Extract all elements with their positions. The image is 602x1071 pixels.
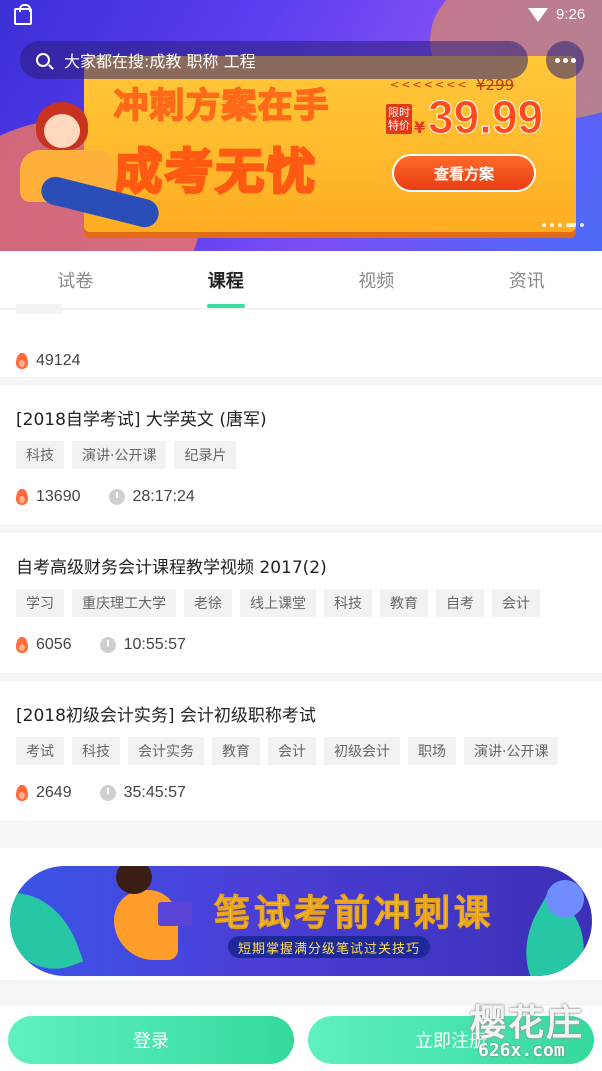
search-placeholder: 大家都在搜:成教 职称 工程 (64, 52, 256, 71)
planet-decoration (546, 880, 584, 918)
search-icon (36, 53, 50, 67)
tag-stub (16, 304, 62, 314)
promo-subtitle: 短期掌握满分级笔试过关技巧 (228, 936, 431, 958)
list-item[interactable]: [2018初级会计实务] 会计初级职称考试 考试 科技 会计实务 教育 会计 初… (0, 681, 602, 821)
course-tag[interactable]: 科技 (16, 441, 64, 469)
shopping-bag-icon (14, 4, 32, 25)
course-tag[interactable]: 会计 (268, 737, 316, 765)
course-tag[interactable]: 演讲·公开课 (464, 737, 559, 765)
clock-icon (108, 489, 125, 505)
course-tag[interactable]: 教育 (380, 589, 428, 617)
course-stats: 49124 (16, 333, 81, 389)
price-tag: 限时特价 (386, 104, 412, 134)
watermark: 樱花庄 (470, 1003, 585, 1044)
wifi-icon (528, 8, 548, 22)
course-duration: 35:45:57 (123, 784, 186, 801)
course-tag[interactable]: 学习 (16, 589, 64, 617)
status-bar: 9:26 (0, 0, 602, 32)
promo-banner[interactable]: 笔试考前冲刺课 短期掌握满分级笔试过关技巧 (10, 866, 592, 976)
more-options-button[interactable] (546, 41, 584, 79)
course-tag[interactable]: 初级会计 (324, 737, 400, 765)
leaf-decoration (10, 876, 84, 976)
course-title: [2018初级会计实务] 会计初级职称考试 (16, 706, 316, 726)
tag-list: 学习 重庆理工大学 老徐 线上课堂 科技 教育 自考 会计 (16, 589, 586, 617)
view-count: 6056 (36, 636, 72, 653)
search-bar[interactable]: 大家都在搜:成教 职称 工程 (20, 41, 528, 79)
clock-icon (99, 637, 116, 653)
banner-illustration (10, 96, 180, 246)
course-tag[interactable]: 科技 (324, 589, 372, 617)
watermark-url: 626x.com (478, 1040, 565, 1061)
category-tabs: 试卷 课程 视频 资讯 (0, 251, 602, 309)
list-item[interactable]: 自考高级财务会计课程教学视频 2017(2) 学习 重庆理工大学 老徐 线上课堂… (0, 533, 602, 673)
course-tag[interactable]: 教育 (212, 737, 260, 765)
course-tag[interactable]: 职场 (408, 737, 456, 765)
course-tag[interactable]: 重庆理工大学 (72, 589, 176, 617)
view-count: 49124 (36, 352, 81, 369)
course-duration: 10:55:57 (123, 636, 186, 653)
promo-section: 笔试考前冲刺课 短期掌握满分级笔试过关技巧 (0, 848, 602, 980)
fire-icon (16, 785, 28, 801)
course-title: 自考高级财务会计课程教学视频 2017(2) (16, 558, 327, 578)
dot-icon (570, 57, 576, 63)
list-item[interactable]: 49124 (0, 304, 602, 377)
price-box: <<<<<<< ¥299 限时特价 ¥ 39.99 (386, 76, 556, 156)
course-stats: 13690 28:17:24 (16, 469, 586, 525)
tab-news[interactable]: 资讯 (452, 251, 602, 308)
course-tag[interactable]: 纪录片 (174, 441, 237, 469)
dot-icon (554, 57, 560, 63)
tag-list: 科技 演讲·公开课 纪录片 (16, 441, 586, 469)
clock-icon (99, 785, 116, 801)
course-title: [2018自学考试] 大学英文 (唐军) (16, 410, 267, 430)
fire-icon (16, 637, 28, 653)
price-currency: ¥ (414, 118, 426, 137)
carousel-indicator (542, 223, 584, 227)
view-plan-button[interactable]: 查看方案 (392, 154, 536, 192)
promo-title: 笔试考前冲刺课 (213, 893, 495, 935)
view-count: 2649 (36, 784, 72, 801)
course-duration: 28:17:24 (132, 488, 195, 505)
course-stats: 2649 35:45:57 (16, 765, 586, 821)
course-tag[interactable]: 线上课堂 (240, 589, 316, 617)
view-count: 13690 (36, 488, 81, 505)
course-stats: 6056 10:55:57 (16, 617, 586, 673)
status-time: 9:26 (556, 6, 586, 23)
course-tag[interactable]: 考试 (16, 737, 64, 765)
list-item[interactable]: [2018自学考试] 大学英文 (唐军) 科技 演讲·公开课 纪录片 13690… (0, 385, 602, 525)
dot-icon (562, 57, 568, 63)
tab-videos[interactable]: 视频 (301, 251, 452, 308)
login-button[interactable]: 登录 (8, 1016, 294, 1064)
course-tag[interactable]: 会计实务 (128, 737, 204, 765)
course-tag[interactable]: 老徐 (184, 589, 232, 617)
course-list: 49124 [2018自学考试] 大学英文 (唐军) 科技 演讲·公开课 纪录片… (0, 304, 602, 821)
top-banner[interactable]: 冲刺方案在手 成考无忧 <<<<<<< ¥299 限时特价 ¥ 39.99 查看… (0, 0, 602, 251)
price-value: 39.99 (427, 91, 544, 144)
fire-icon (16, 489, 28, 505)
course-tag[interactable]: 科技 (72, 737, 120, 765)
course-tag[interactable]: 会计 (492, 589, 540, 617)
tag-list: 考试 科技 会计实务 教育 会计 初级会计 职场 演讲·公开课 (16, 737, 586, 765)
promo-illustration (106, 866, 206, 970)
fire-icon (16, 353, 28, 369)
tab-papers[interactable]: 试卷 (0, 251, 151, 308)
tab-courses[interactable]: 课程 (151, 251, 302, 308)
course-tag[interactable]: 自考 (436, 589, 484, 617)
course-tag[interactable]: 演讲·公开课 (72, 441, 167, 469)
